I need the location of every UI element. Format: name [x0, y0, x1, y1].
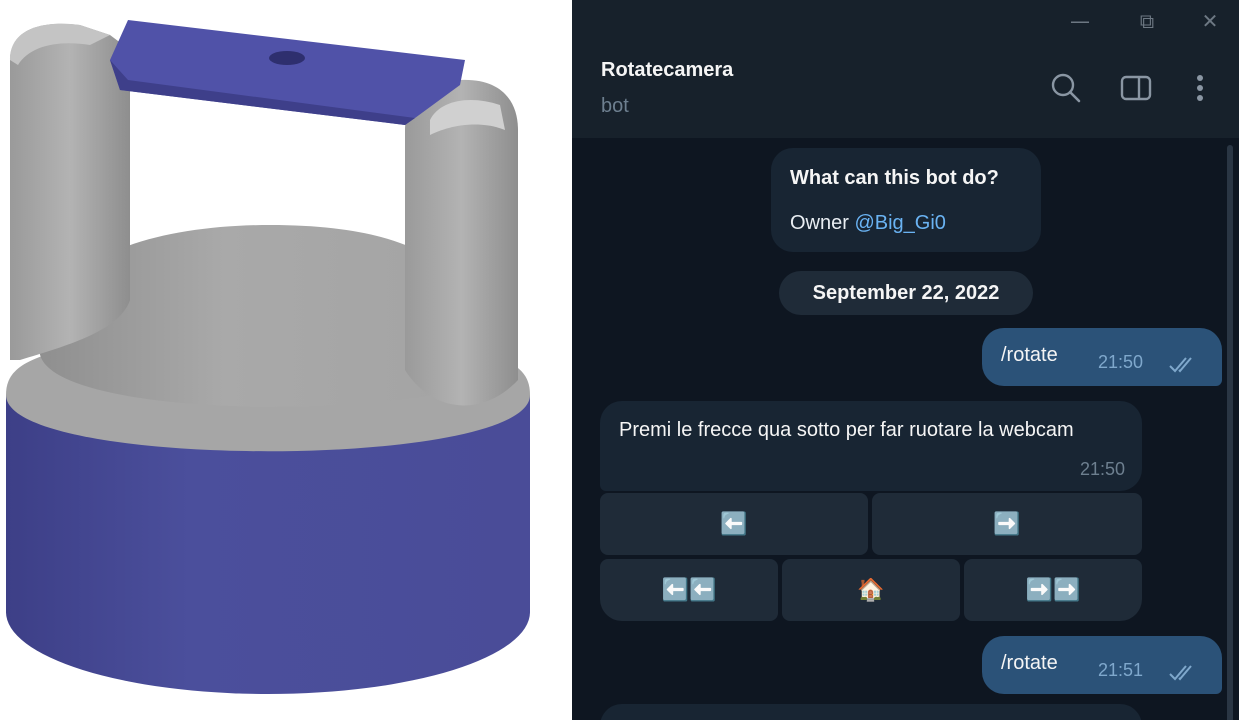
double-check-icon	[1168, 356, 1198, 378]
message-time: 21:51	[1098, 660, 1144, 680]
date-separator[interactable]: September 22, 2022	[779, 271, 1033, 315]
keyboard-button-fast-left[interactable]: ⬅️⬅️	[600, 559, 778, 621]
window-titlebar: — ⧉ ✕	[572, 0, 1239, 42]
keyboard-button-right[interactable]: ➡️	[872, 493, 1142, 555]
more-vertical-icon[interactable]	[1182, 70, 1218, 106]
webcam-mount-model-image	[6, 20, 530, 694]
chat-title[interactable]: Rotatecamera	[601, 59, 733, 82]
keyboard-button-fast-right[interactable]: ➡️➡️	[964, 559, 1142, 621]
incoming-message-partial[interactable]	[600, 704, 1142, 720]
keyboard-button-home[interactable]: 🏠	[782, 559, 960, 621]
message-text: Premi le frecce qua sotto per far ruotar…	[619, 419, 1074, 441]
double-check-icon	[1168, 664, 1198, 686]
message-time: 21:50	[1098, 352, 1144, 372]
keyboard-button-left[interactable]: ⬅️	[600, 493, 868, 555]
sidebar-toggle-icon[interactable]	[1118, 70, 1154, 106]
close-button[interactable]: ✕	[1195, 8, 1225, 34]
bot-info-card: What can this bot do? Owner @Big_Gi0	[771, 148, 1041, 252]
bot-info-title: What can this bot do?	[790, 167, 999, 189]
chat-header[interactable]: Rotatecamera bot	[572, 42, 1239, 138]
search-icon[interactable]	[1048, 70, 1084, 106]
bot-info-owner: Owner @Big_Gi0	[790, 212, 946, 235]
message-list[interactable]: What can this bot do? Owner @Big_Gi0 Sep…	[572, 138, 1239, 720]
owner-link[interactable]: @Big_Gi0	[854, 212, 945, 234]
telegram-chat-window: — ⧉ ✕ Rotatecamera bot What can this bot…	[572, 0, 1239, 720]
outgoing-message[interactable]: /rotate 21:51	[982, 636, 1222, 694]
outgoing-message[interactable]: /rotate 21:50	[982, 328, 1222, 386]
restore-button[interactable]: ⧉	[1132, 8, 1162, 34]
message-text: /rotate	[1001, 652, 1058, 674]
minimize-button[interactable]: —	[1065, 8, 1095, 34]
incoming-message[interactable]: Premi le frecce qua sotto per far ruotar…	[600, 401, 1142, 491]
3d-model-render	[0, 0, 572, 720]
message-text: /rotate	[1001, 344, 1058, 366]
chat-status: bot	[601, 95, 629, 117]
scrollbar[interactable]	[1227, 145, 1233, 720]
owner-label: Owner	[790, 212, 855, 234]
message-time: 21:50	[1079, 459, 1125, 479]
